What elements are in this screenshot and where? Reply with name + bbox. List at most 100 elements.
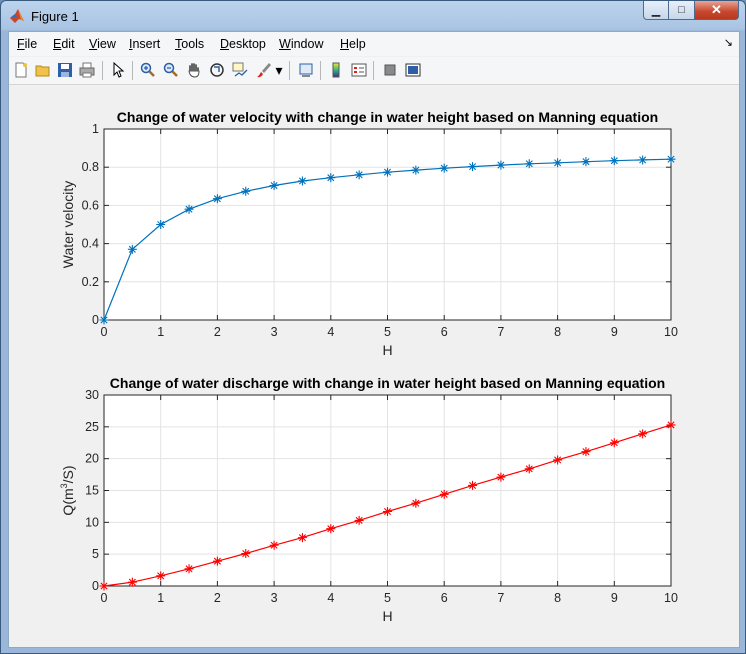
menu-file[interactable]: File bbox=[17, 37, 37, 51]
toolbar-separator bbox=[132, 61, 133, 80]
y-tick-label: 1 bbox=[92, 122, 99, 136]
data-point-marker bbox=[326, 173, 336, 183]
save-icon[interactable] bbox=[56, 61, 74, 79]
data-point-marker bbox=[439, 163, 449, 173]
data-point-marker bbox=[524, 464, 534, 474]
menu-desktop[interactable]: Desktop bbox=[220, 37, 266, 51]
x-axis-label: H bbox=[382, 342, 392, 358]
menu-window[interactable]: Window bbox=[279, 37, 323, 51]
toolbar-separator bbox=[320, 61, 321, 80]
data-point-marker bbox=[156, 220, 166, 229]
menu-bar: File Edit View Insert Tools Desktop Wind… bbox=[9, 32, 739, 56]
x-tick-label: 1 bbox=[157, 591, 164, 605]
x-tick-label: 5 bbox=[384, 591, 391, 605]
axes-title: Change of water discharge with change in… bbox=[110, 375, 665, 391]
x-tick-label: 6 bbox=[441, 591, 448, 605]
close-icon: ✕ bbox=[711, 2, 722, 17]
close-button[interactable]: ✕ bbox=[695, 1, 739, 20]
title-bar[interactable]: Figure 1 ▁ □ ✕ bbox=[1, 1, 745, 31]
x-tick-label: 8 bbox=[554, 325, 561, 339]
minimize-icon: ▁ bbox=[651, 4, 661, 17]
data-point-marker bbox=[524, 159, 534, 169]
data-point-marker bbox=[297, 176, 307, 186]
show-plot-tools-icon[interactable] bbox=[404, 61, 422, 79]
axes-1: 0 1 2 3 4 5 6 7 8 9 10 0 0.2 0.4 0.6 0.8 1 Change of wate… bbox=[60, 109, 678, 358]
maximize-icon: □ bbox=[678, 4, 685, 16]
link-plot-icon[interactable] bbox=[297, 61, 315, 79]
x-tick-label: 3 bbox=[271, 325, 278, 339]
maximize-button[interactable]: □ bbox=[669, 1, 695, 20]
window-title: Figure 1 bbox=[31, 9, 79, 24]
y-tick-label: 0.4 bbox=[82, 237, 99, 251]
x-tick-label: 9 bbox=[611, 591, 618, 605]
toolbar-separator bbox=[373, 61, 374, 80]
y-axis-label: Q(m3/S) bbox=[59, 465, 76, 515]
y-tick-label: 5 bbox=[92, 547, 99, 561]
y-axis-label: Water velocity bbox=[60, 181, 76, 268]
open-file-icon[interactable] bbox=[34, 61, 52, 79]
x-tick-label: 3 bbox=[271, 591, 278, 605]
menu-view[interactable]: View bbox=[89, 37, 116, 51]
y-tick-label: 0 bbox=[92, 313, 99, 327]
data-point-marker bbox=[184, 204, 194, 214]
y-tick-label: 30 bbox=[85, 388, 99, 402]
data-point-marker bbox=[127, 244, 137, 254]
x-tick-label: 9 bbox=[611, 325, 618, 339]
data-cursor-icon[interactable] bbox=[231, 61, 249, 79]
zoom-out-icon[interactable] bbox=[162, 61, 180, 79]
data-point-marker bbox=[468, 480, 478, 490]
x-tick-label: 6 bbox=[441, 325, 448, 339]
data-point-marker bbox=[666, 154, 676, 164]
x-axis-label: H bbox=[382, 608, 392, 624]
figure-toolbar: ▾ bbox=[9, 57, 739, 85]
x-tick-label: 10 bbox=[664, 591, 678, 605]
figure-client-area: File Edit View Insert Tools Desktop Wind… bbox=[8, 31, 740, 648]
data-point-marker bbox=[496, 160, 506, 170]
toolbar-separator bbox=[289, 61, 290, 80]
data-point-marker bbox=[383, 167, 392, 177]
y-tick-label: 0.2 bbox=[82, 275, 99, 289]
x-tick-label: 10 bbox=[664, 325, 678, 339]
y-tick-label: 15 bbox=[85, 484, 99, 498]
pointer-icon[interactable] bbox=[109, 61, 127, 79]
x-tick-label: 5 bbox=[384, 325, 391, 339]
axes-2: 0 1 2 3 4 5 6 7 8 9 10 0 5 10 15 20 25 30 Change of water … bbox=[59, 375, 678, 624]
x-tick-label: 8 bbox=[554, 591, 561, 605]
x-tick-label: 0 bbox=[101, 591, 108, 605]
pan-icon[interactable] bbox=[185, 61, 203, 79]
data-point-marker bbox=[241, 186, 251, 196]
print-icon[interactable] bbox=[78, 61, 96, 79]
minimize-button[interactable]: ▁ bbox=[643, 1, 669, 20]
y-tick-label: 25 bbox=[85, 420, 99, 434]
matlab-logo-icon bbox=[10, 9, 24, 23]
data-point-marker bbox=[666, 420, 676, 430]
x-tick-label: 4 bbox=[327, 591, 334, 605]
brush-icon[interactable] bbox=[254, 61, 272, 79]
zoom-in-icon[interactable] bbox=[139, 61, 157, 79]
menu-insert[interactable]: Insert bbox=[129, 37, 160, 51]
y-tick-label: 0 bbox=[92, 579, 99, 593]
data-point-marker bbox=[99, 315, 109, 325]
insert-colorbar-icon[interactable] bbox=[327, 61, 345, 79]
menu-help[interactable]: Help bbox=[340, 37, 366, 51]
axes-title: Change of water velocity with change in … bbox=[117, 109, 658, 125]
menu-edit[interactable]: Edit bbox=[53, 37, 75, 51]
rotate-3d-icon[interactable] bbox=[208, 61, 226, 79]
menu-tools[interactable]: Tools bbox=[175, 37, 204, 51]
data-point-marker bbox=[496, 472, 506, 482]
x-tick-label: 7 bbox=[497, 325, 504, 339]
figure-window: Figure 1 ▁ □ ✕ File Edit View Insert Too… bbox=[0, 0, 746, 654]
x-tick-label: 2 bbox=[214, 591, 221, 605]
dock-arrow-icon[interactable]: ↘ bbox=[724, 36, 733, 49]
data-point-marker bbox=[212, 194, 222, 204]
data-point-marker bbox=[411, 498, 421, 508]
hide-plot-tools-icon[interactable] bbox=[381, 61, 399, 79]
new-figure-icon[interactable] bbox=[12, 61, 30, 79]
insert-legend-icon[interactable] bbox=[350, 61, 368, 79]
x-tick-label: 2 bbox=[214, 325, 221, 339]
y-tick-label: 10 bbox=[85, 515, 99, 529]
toolbar-separator bbox=[102, 61, 103, 80]
y-tick-label: 0.6 bbox=[82, 198, 99, 212]
data-point-marker bbox=[354, 170, 364, 180]
brush-dropdown-icon[interactable]: ▾ bbox=[274, 61, 284, 79]
